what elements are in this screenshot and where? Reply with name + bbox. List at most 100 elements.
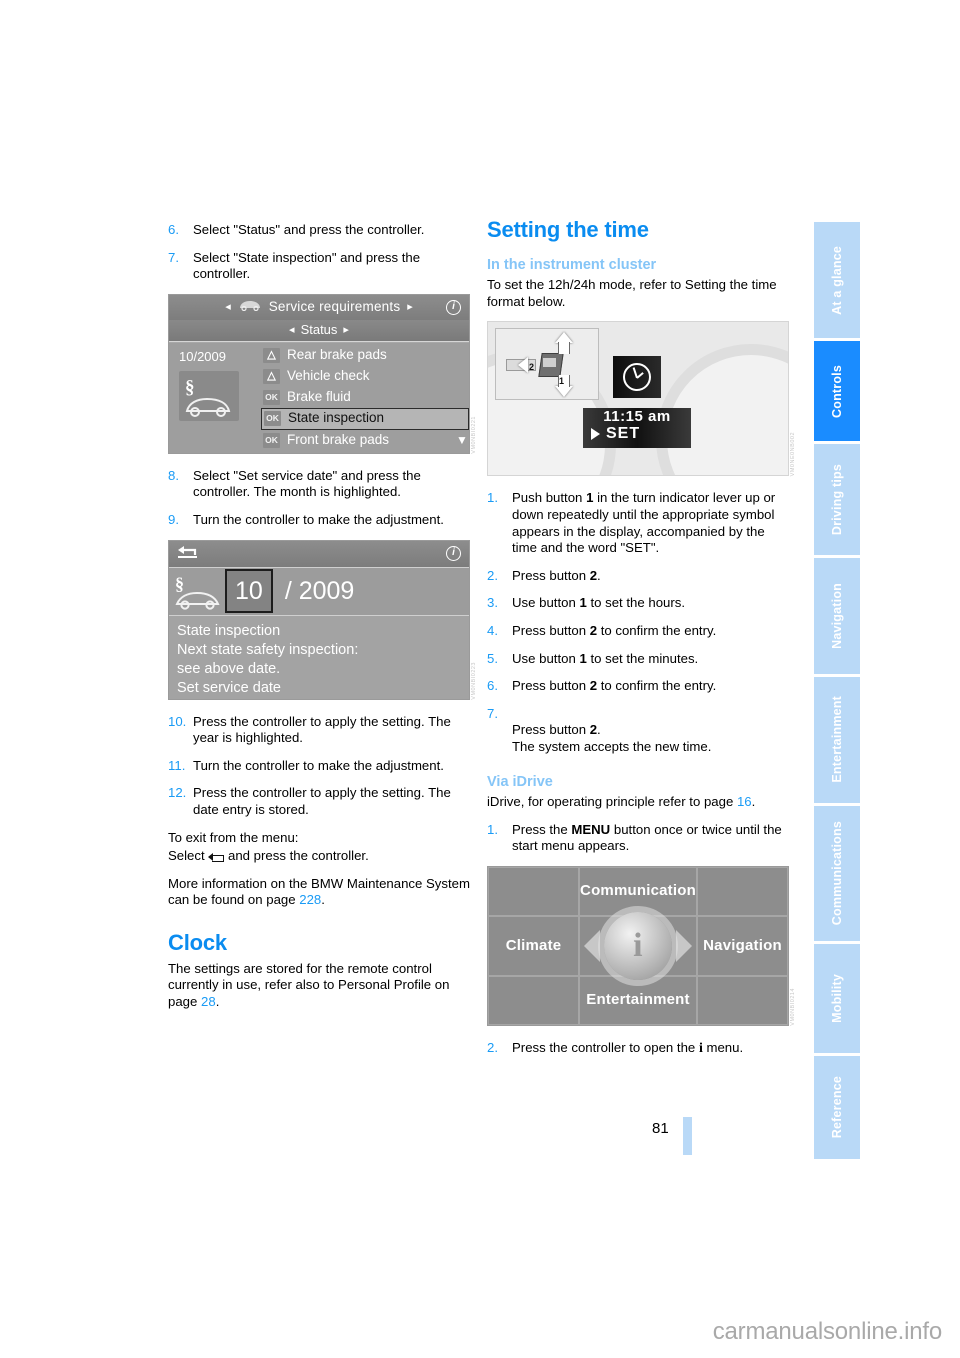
idrive-screen-date: i § 10 / 2009 State inspection Next stat…	[168, 539, 470, 700]
list-item: 2. Press button 2.	[487, 568, 789, 585]
step-text: Turn the controller to make the adjustme…	[193, 511, 444, 527]
step-text: Press the controller to apply the settin…	[193, 713, 451, 746]
tab-reference[interactable]: Reference	[814, 1055, 860, 1160]
manual-page: At a glance Controls Driving tips Naviga…	[0, 0, 960, 1358]
step-number: 3.	[487, 595, 498, 611]
figure-service-requirements: ◂ Service requirements ▸ i ◂ Status ▸ 10…	[168, 293, 477, 454]
date-entry-row: § 10 / 2009	[169, 567, 469, 616]
step-number: 9.	[168, 511, 179, 527]
list-item[interactable]: △ Rear brake pads	[261, 345, 469, 366]
tab-label: At a glance	[830, 245, 844, 315]
chevron-left-icon: ◂	[225, 300, 231, 313]
month-field[interactable]: 10	[225, 569, 273, 614]
scrollbar[interactable]: ▼	[456, 393, 468, 449]
menu-item-climate[interactable]: Climate	[488, 916, 580, 976]
menu-item-communication[interactable]: Communication	[579, 866, 697, 917]
menu-label: Entertainment	[586, 990, 690, 1008]
step-text: Press button 2.	[512, 568, 789, 585]
clock-symbol-display	[613, 356, 661, 399]
idrive-body: 10/2009 § △ Rear brake pads △ Vehicle ch…	[169, 342, 469, 453]
step-number: 6.	[487, 678, 498, 694]
figure-code: VM0NBI0223	[471, 661, 478, 700]
tab-label: Driving tips	[830, 463, 844, 536]
chevron-right-icon: ▸	[343, 323, 349, 336]
list-item-selected[interactable]: OK State inspection	[261, 407, 469, 430]
list-item-label: Vehicle check	[287, 367, 370, 383]
page-reference-link[interactable]: 28	[201, 994, 216, 1009]
tab-controls[interactable]: Controls	[814, 341, 860, 442]
idrive-subbar: ◂ Status ▸	[169, 319, 469, 342]
list-item[interactable]: OK Brake fluid	[261, 387, 469, 408]
tab-driving-tips[interactable]: Driving tips	[814, 444, 860, 555]
car-icon	[238, 299, 262, 316]
list-item: 8. Select "Set service date" and press t…	[168, 468, 470, 501]
idrive-screen-service: ◂ Service requirements ▸ i ◂ Status ▸ 10…	[168, 293, 470, 454]
watermark: carmanualsonline.info	[712, 1318, 942, 1345]
idrive-intro: iDrive, for operating principle refer to…	[487, 794, 789, 811]
figure-set-service-date: i § 10 / 2009 State inspection Next stat…	[168, 539, 477, 700]
exit-menu-instruction: Select and press the controller.	[168, 848, 470, 865]
list-item: 7. Select "State inspection" and press t…	[168, 250, 470, 283]
controller-knob-icon[interactable]: i	[604, 911, 672, 980]
step-text: Press button 2. The system accepts the n…	[512, 706, 789, 756]
list-item-label: Front brake pads	[287, 431, 390, 447]
triangle-right-icon	[591, 428, 600, 441]
clock-minute-hand	[632, 367, 638, 379]
ok-badge-icon: OK	[263, 432, 280, 448]
menu-button-label: MENU	[571, 821, 611, 837]
svg-text:§: §	[175, 574, 184, 594]
tab-at-a-glance[interactable]: At a glance	[814, 222, 860, 339]
button-number: 1	[579, 650, 587, 666]
step-text: Select "Status" and press the controller…	[193, 222, 425, 237]
button-number: 2	[589, 567, 598, 583]
list-item[interactable]: △ Vehicle check	[261, 366, 469, 387]
tab-entertainment[interactable]: Entertainment	[814, 676, 860, 803]
cluster-intro: To set the 12h/24h mode, refer to Settin…	[487, 277, 777, 309]
chevron-left-icon: ◂	[289, 323, 295, 336]
step-part: Press the controller to open the	[512, 1039, 699, 1055]
year-field[interactable]: / 2009	[273, 579, 355, 603]
step-part: Push button	[512, 490, 587, 506]
step-number: 1.	[487, 490, 498, 506]
tab-communications[interactable]: Communications	[814, 805, 860, 942]
tab-navigation[interactable]: Navigation	[814, 557, 860, 674]
tab-mobility[interactable]: Mobility	[814, 944, 860, 1053]
list-item[interactable]: OK Front brake pads	[261, 430, 469, 451]
left-column: 6. Select "Status" and press the control…	[168, 222, 477, 1021]
info-line: State inspection	[177, 622, 281, 639]
step-part: Press button	[512, 567, 590, 583]
figure-code: VM0NBI0221	[471, 416, 478, 454]
section-heading-setting-the-time: Setting the time	[487, 217, 649, 242]
list-item-label: Rear brake pads	[287, 346, 387, 362]
step-number: 4.	[487, 622, 498, 638]
idrive-start-menu: Communication Climate i Navigation Enter…	[487, 865, 789, 1026]
button-2[interactable]	[543, 358, 556, 368]
period: .	[751, 794, 756, 810]
right-column: Setting the time In the instrument clust…	[487, 217, 796, 1068]
info-icon[interactable]: i	[446, 299, 461, 315]
step-text: Turn the controller to make the adjustme…	[193, 757, 444, 773]
back-arrow-icon[interactable]	[177, 544, 199, 564]
step-number: 5.	[487, 650, 498, 666]
menu-item-entertainment[interactable]: Entertainment	[579, 975, 697, 1025]
step-text: Press the MENU button once or twice unti…	[512, 822, 789, 855]
step-number: 2.	[487, 1039, 498, 1055]
step-text: Press the controller to apply the settin…	[193, 785, 451, 817]
figure-code: VM0NE0NB002	[790, 432, 797, 477]
step-number: 8.	[168, 467, 179, 483]
menu-item-navigation[interactable]: Navigation	[696, 916, 788, 976]
subheading-instrument-cluster: In the instrument cluster	[487, 256, 657, 273]
page-reference-link[interactable]: 228	[299, 892, 321, 907]
info-icon[interactable]: i	[446, 546, 461, 562]
tab-label: Navigation	[830, 582, 844, 649]
button-number: 2	[589, 722, 598, 738]
step-part: menu.	[702, 1039, 744, 1055]
page-reference-link[interactable]: 16	[737, 794, 752, 809]
step-text: Use button 1 to set the minutes.	[512, 651, 789, 668]
return-arrow-icon	[208, 850, 225, 863]
section-tab-rail: At a glance Controls Driving tips Naviga…	[814, 222, 860, 1162]
menu-center-controller[interactable]: i	[579, 911, 697, 980]
idrive-date-panel: 10/2009 §	[169, 343, 261, 453]
info-line: Set service date	[177, 679, 281, 696]
step-number: 1.	[487, 821, 498, 837]
